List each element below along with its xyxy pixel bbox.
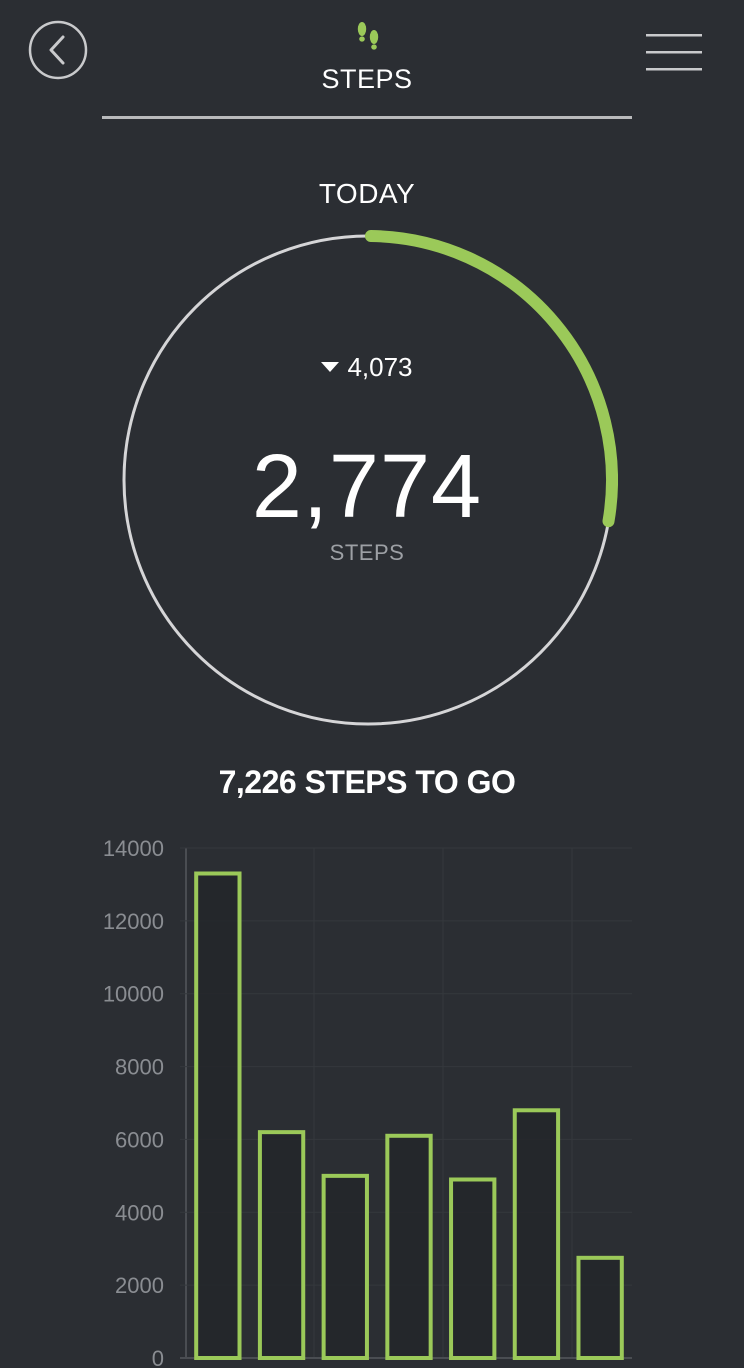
chart-bar[interactable]	[321, 1173, 369, 1360]
chart-bar[interactable]	[576, 1255, 624, 1361]
steps-bar-chart: 0 2000 4000 6000 8000 10000 12000 14000	[103, 836, 632, 1368]
steps-to-go: 7,226 STEPS TO GO	[218, 764, 516, 800]
step-delta-value: 4,073	[347, 352, 413, 382]
y-tick-label: 6000	[115, 1127, 164, 1152]
menu-button[interactable]	[644, 30, 704, 80]
y-tick-label: 10000	[103, 982, 164, 1007]
y-tick-label: 2000	[115, 1273, 164, 1298]
chart-bar[interactable]	[512, 1108, 561, 1360]
chart-bar[interactable]	[385, 1133, 433, 1360]
y-tick-label: 0	[152, 1346, 164, 1368]
steps-screen: STEPS TODAY 4,073 2,774 STEPS 7,226 STEP…	[0, 0, 744, 1368]
hamburger-menu-icon	[646, 34, 702, 71]
down-triangle-icon	[321, 362, 340, 373]
step-count-unit: STEPS	[329, 540, 405, 565]
y-tick-label: 12000	[103, 909, 164, 934]
chart-bar[interactable]	[257, 1130, 306, 1360]
footprints-icon	[357, 22, 379, 50]
y-tick-label: 4000	[115, 1200, 164, 1225]
y-tick-label: 14000	[103, 836, 164, 861]
step-delta: 4,073	[0, 352, 734, 383]
header-divider	[102, 116, 632, 119]
page-title: STEPS	[321, 64, 413, 94]
step-count: 2,774	[251, 437, 483, 537]
chart-bar[interactable]	[449, 1177, 497, 1360]
period-label: TODAY	[318, 178, 416, 209]
y-tick-label: 8000	[115, 1055, 164, 1080]
chart-bar[interactable]	[194, 871, 242, 1360]
